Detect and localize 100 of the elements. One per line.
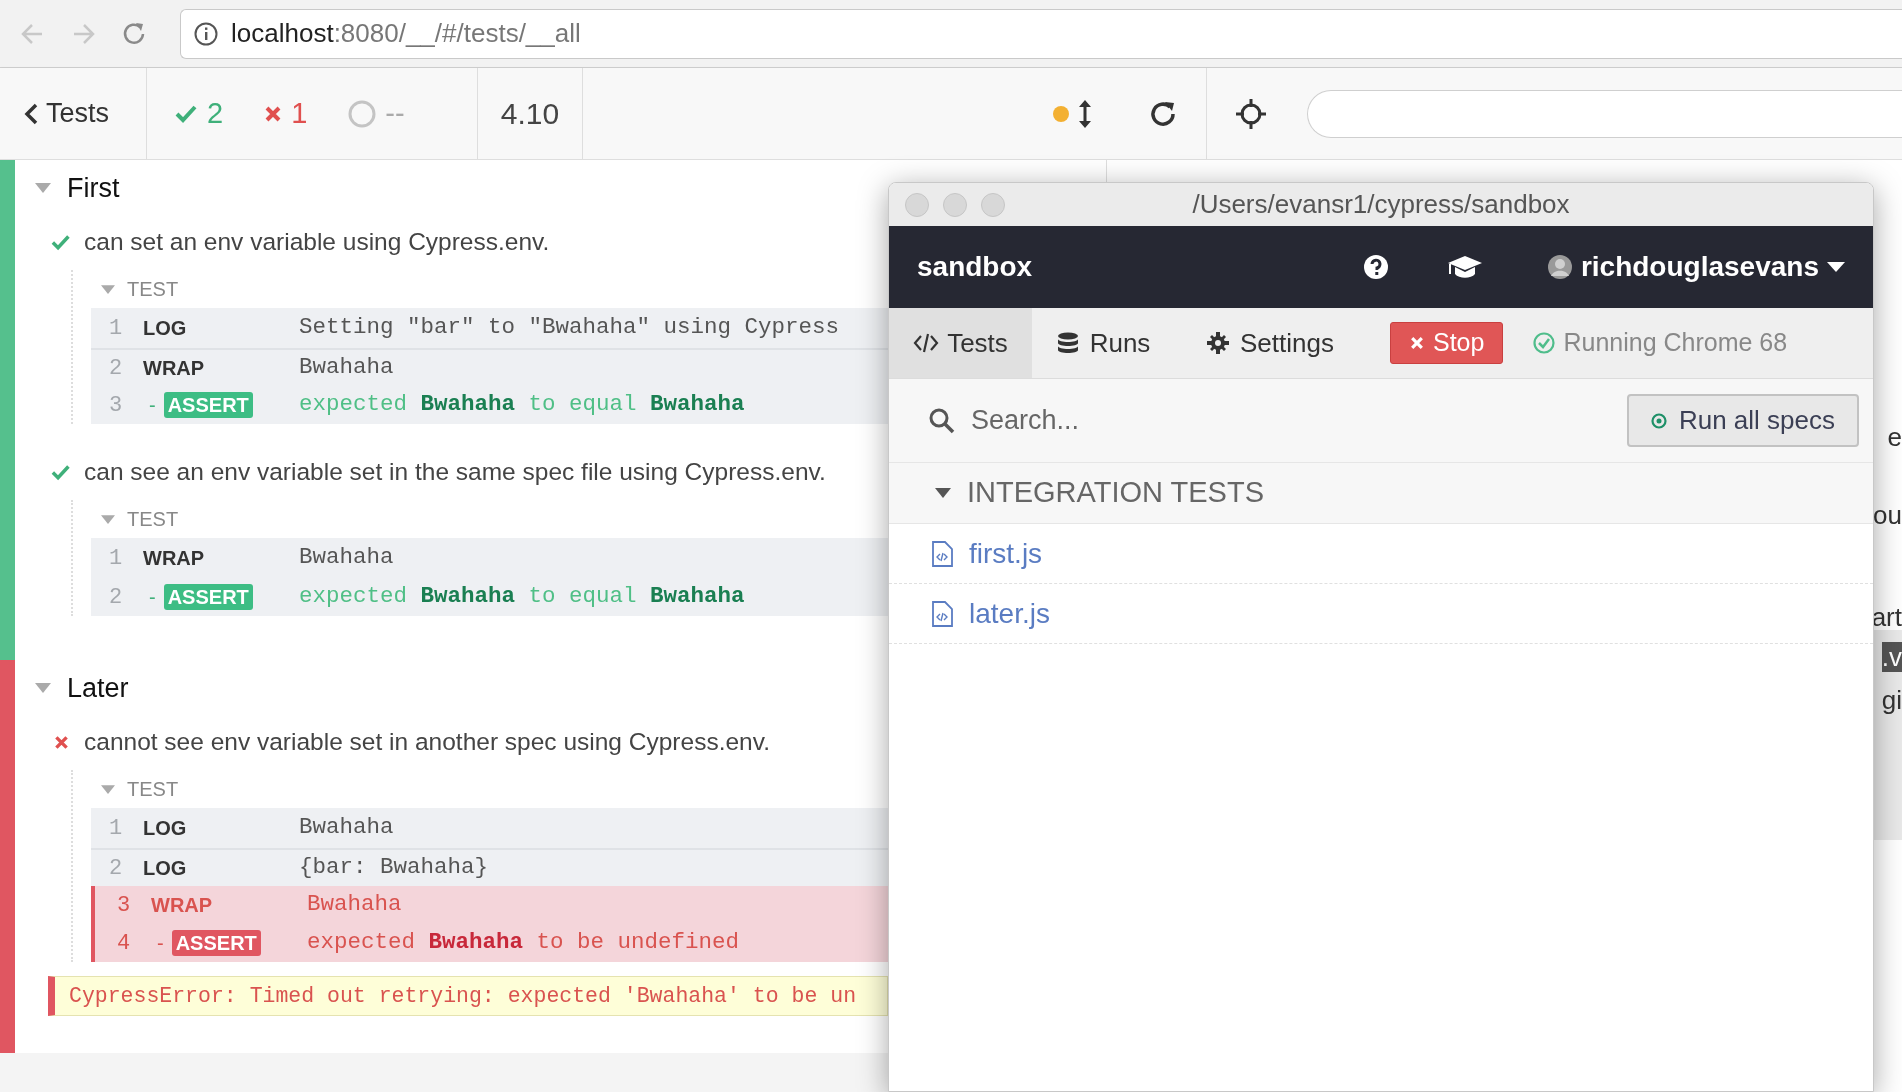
graduation-cap-icon xyxy=(1446,254,1483,280)
status-text: Running Chrome 68 xyxy=(1563,327,1788,359)
check-circle-icon xyxy=(1533,332,1556,354)
error-message: CypressError: Timed out retrying: expected 'Bwahaha' to be un xyxy=(48,976,888,1016)
dash-mark: - xyxy=(148,585,156,610)
page-text-fragment: gi xyxy=(1881,685,1902,715)
chevron-left-icon xyxy=(24,102,38,125)
line-number: 1 xyxy=(109,814,124,843)
avatar-icon xyxy=(1546,254,1573,280)
crosshair-icon xyxy=(1235,97,1267,130)
command-row[interactable]: 1 LOG Bwahaha xyxy=(91,808,888,848)
code-icon xyxy=(913,331,940,355)
caret-down-icon xyxy=(1827,262,1845,272)
test-title[interactable]: cannot see env variable set in another spec using Cypress.env. xyxy=(84,723,770,761)
search-field[interactable]: Search... xyxy=(889,379,1611,462)
suite-title[interactable]: First xyxy=(67,167,120,209)
command-row[interactable]: 4 - ASSERT expected Bwahaha to be undefined xyxy=(91,924,888,962)
page-text-fragment: .v xyxy=(1881,642,1902,672)
user-menu[interactable]: richdouglasevans xyxy=(1546,246,1845,288)
caret-down-icon xyxy=(101,784,115,794)
line-number: 3 xyxy=(117,891,132,920)
line-number: 2 xyxy=(109,854,124,883)
back-to-tests-link[interactable]: Tests xyxy=(0,68,147,159)
command-message: expected Bwahaha to be undefined xyxy=(307,928,740,958)
pending-count: -- xyxy=(385,95,405,131)
close-icon xyxy=(1409,335,1425,351)
command-row[interactable]: 1 WRAP Bwahaha xyxy=(91,538,888,578)
caret-down-icon xyxy=(35,683,51,693)
nav-tab[interactable]: Settings xyxy=(1174,308,1366,378)
status-dot-icon xyxy=(1052,104,1070,123)
stop-button[interactable]: Stop xyxy=(1390,322,1504,364)
command-name: WRAP xyxy=(151,893,213,918)
duration-text: 4.10 xyxy=(500,96,560,132)
vertical-arrows-icon xyxy=(1078,98,1092,129)
folder-title: INTEGRATION TESTS xyxy=(967,475,1264,511)
page-text-fragment: e xyxy=(1887,422,1902,452)
command-message: expected Bwahaha to equal Bwahaha xyxy=(299,582,745,612)
command-message: Bwahaha xyxy=(299,353,394,383)
window-control[interactable] xyxy=(981,192,1005,217)
hook-label[interactable]: TEST xyxy=(127,774,179,804)
test-title[interactable]: can see an env variable set in the same spec file using Cypress.env. xyxy=(84,453,826,491)
suite-title[interactable]: Later xyxy=(67,667,129,709)
command-name: WRAP xyxy=(143,356,205,381)
dash-mark: - xyxy=(156,931,164,956)
window-control[interactable] xyxy=(905,192,929,217)
command-name: WRAP xyxy=(143,546,205,571)
nav-tab[interactable]: Runs xyxy=(1032,308,1174,378)
hook-label[interactable]: TEST xyxy=(127,274,179,304)
window-control[interactable] xyxy=(943,192,967,217)
caret-down-icon xyxy=(935,488,951,498)
assert-badge: ASSERT xyxy=(163,584,253,610)
command-message: expected Bwahaha to equal Bwahaha xyxy=(299,390,745,420)
command-row[interactable]: 3 - ASSERT expected Bwahaha to equal Bwahaha xyxy=(91,386,888,424)
assert-badge: ASSERT xyxy=(171,930,261,956)
help-icon xyxy=(1362,254,1389,280)
url-text: localhost:8080/__/#/tests/__all xyxy=(231,17,581,50)
test-title[interactable]: can set an env variable using Cypress.env. xyxy=(84,223,550,261)
command-message: Setting "bar" to "Bwahaha" using Cypress xyxy=(299,313,840,343)
hook-label[interactable]: TEST xyxy=(127,504,179,534)
line-number: 2 xyxy=(109,354,124,383)
target-icon xyxy=(1650,412,1667,429)
command-message: {bar: Bwahaha} xyxy=(299,853,489,883)
dash-mark: - xyxy=(148,393,156,418)
file-code-icon xyxy=(931,600,953,627)
search-input[interactable]: Search... xyxy=(971,400,1611,441)
project-name: sandbox xyxy=(917,250,1034,284)
settings-icon xyxy=(1206,331,1232,355)
page-text-fragment: ou xyxy=(1873,500,1902,530)
assert-badge: ASSERT xyxy=(163,392,253,418)
line-number: 4 xyxy=(117,929,132,958)
command-row[interactable]: 1 LOG Setting "bar" to "Bwahaha" using Cypress xyxy=(91,308,888,348)
spec-file-link[interactable]: first.js xyxy=(969,532,1043,575)
command-name: LOG xyxy=(143,316,187,341)
command-row[interactable]: 2 - ASSERT expected Bwahaha to equal Bwahaha xyxy=(91,578,888,616)
run-all-specs-button[interactable]: Run all specs xyxy=(1626,394,1859,447)
info-icon xyxy=(193,20,219,47)
caret-down-icon xyxy=(101,284,115,294)
command-row[interactable]: 2 LOG {bar: Bwahaha} xyxy=(91,848,888,886)
window-title: /Users/evansr1/cypress/sandbox xyxy=(1192,188,1570,221)
line-number: 2 xyxy=(109,583,124,612)
command-name: LOG xyxy=(143,856,187,881)
line-number: 1 xyxy=(109,314,124,343)
caret-down-icon xyxy=(101,514,115,524)
command-row[interactable]: 2 WRAP Bwahaha xyxy=(91,348,888,386)
address-bar[interactable]: localhost:8080/__/#/tests/__all xyxy=(180,8,1902,59)
line-number: 3 xyxy=(109,391,124,420)
command-message: Bwahaha xyxy=(299,813,394,843)
command-message: Bwahaha xyxy=(307,890,402,920)
caret-down-icon xyxy=(35,183,51,193)
nav-tab[interactable]: Tests xyxy=(889,308,1032,378)
folder-header[interactable]: INTEGRATION TESTS xyxy=(889,463,1873,524)
command-name: LOG xyxy=(143,816,187,841)
circle-icon xyxy=(347,98,378,129)
command-message: Bwahaha xyxy=(299,543,394,573)
file-code-icon xyxy=(931,540,953,567)
passed-count: 2 xyxy=(207,95,224,131)
page-text-fragment: art xyxy=(1871,602,1902,632)
search-icon xyxy=(929,407,955,434)
url-input-field[interactable] xyxy=(1307,89,1902,138)
spec-file-link[interactable]: later.js xyxy=(969,592,1050,635)
